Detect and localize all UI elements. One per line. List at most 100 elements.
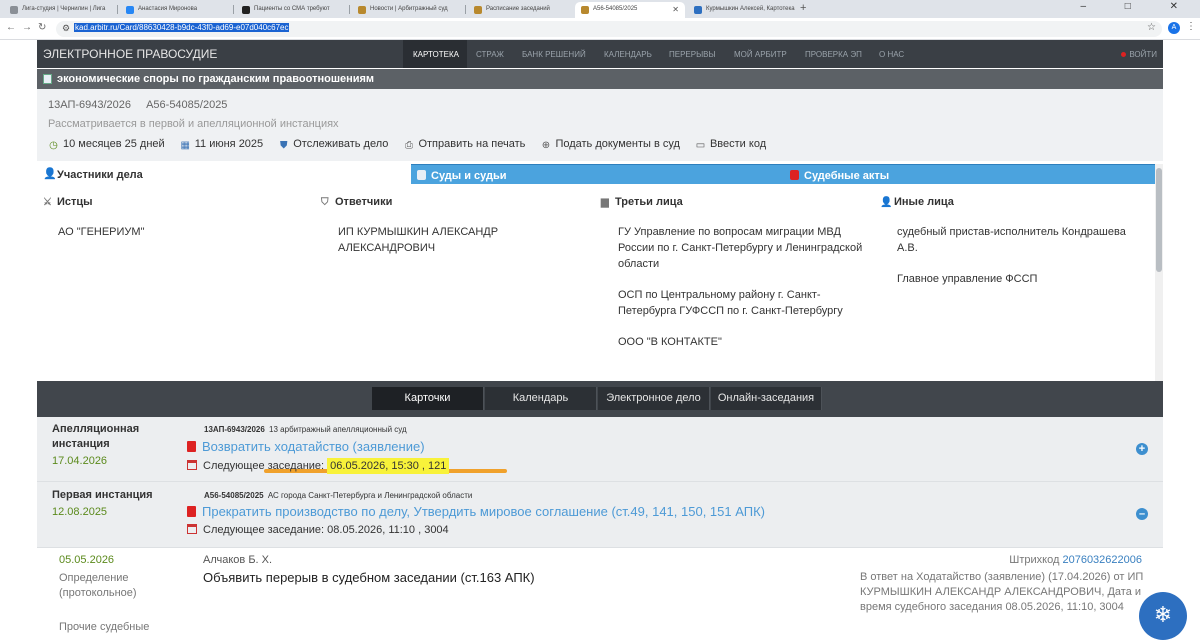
other-acts-heading: Прочие судебные [59,621,150,633]
site-brand[interactable]: ЭЛЕКТРОННОЕ ПРАВОСУДИЕ [43,47,217,61]
instance-date: 17.04.2026 [52,455,108,467]
tab-favicon-icon [581,6,589,14]
scrollbar-thumb[interactable] [1156,168,1162,272]
instance-case-number: А56-54085/2025 [204,491,264,500]
instance-document[interactable]: Возвратить ходатайство (заявление) [187,439,425,454]
next-hearing-value: 06.05.2026, 15:30 , 121 [327,458,450,474]
tab-label: Пациенты со СМА требуют [254,6,330,12]
participant-link[interactable]: ООО "В КОНТАКТЕ" [618,334,868,350]
tab-separator [465,5,466,14]
browser-tab[interactable]: Пациенты со СМА требуют [236,2,346,18]
tab-favicon-icon [10,6,18,14]
tab-participants[interactable]: 👤 Участники дела [37,164,411,185]
nav-item-kartoteka[interactable]: КАРТОТЕКА [403,40,467,68]
track-label: Отслеживать дело [293,138,389,150]
tab-favicon-icon [242,6,250,14]
new-tab-button[interactable]: + [800,2,806,14]
next-hearing-value: 08.05.2026, 11:10 , 3004 [327,524,449,536]
nav-item-proverka-ep[interactable]: ПРОВЕРКА ЭП [805,50,862,59]
bookmark-star-icon[interactable]: ☆ [1147,22,1156,33]
participant-link[interactable]: Главное управление ФССП [897,271,1147,287]
pdf-icon [187,441,196,452]
expand-icon[interactable]: + [1136,443,1148,455]
browser-tab[interactable]: Лига-студия | Чернилин | Лига [4,2,114,18]
instance-case-number: 13АП-6943/2026 [204,425,265,434]
code-label: Ввести код [709,138,767,150]
other-persons-list: судебный пристав-исполнитель Кондрашева … [897,224,1147,302]
document-link[interactable]: Возвратить ходатайство (заявление) [202,439,425,454]
heading-text: Ответчики [335,196,393,208]
enter-code-button[interactable]: ▭ Ввести код [695,138,766,151]
instance-reference: 13АП-6943/2026 13 арбитражный апелляцион… [204,425,407,434]
appeal-instance-row[interactable]: Апелляционная инстанция 17.04.2026 13АП-… [37,417,1163,482]
document-title[interactable]: Объявить перерыв в судебном заседании (с… [203,570,535,585]
back-arrow-icon[interactable]: ← [6,22,16,33]
barcode-link[interactable]: 2076032622006 [1062,554,1142,566]
browser-tab[interactable]: Анастасия Миронова [120,2,230,18]
nav-item-pereryvy[interactable]: ПЕРЕРЫВЫ [669,50,716,59]
tab-close-icon[interactable]: ✕ [672,5,679,14]
site-info-icon[interactable]: ⚙ [62,23,70,34]
participant-link[interactable]: ГУ Управление по вопросам миграции МВД Р… [618,224,868,272]
dispute-type-strip: экономические споры по гражданским право… [37,69,1163,89]
url-input[interactable]: ⚙ kad.arbitr.ru/Card/88630428-b9dc-43f0-… [56,21,1162,37]
shield-icon: ⛉ [321,197,329,208]
track-case-button[interactable]: ⛊ Отслеживать дело [278,138,388,151]
reload-icon[interactable]: ↻ [38,22,46,33]
pdf-icon [187,506,196,517]
swords-icon: ⚔ [43,197,52,208]
instance-court[interactable]: 13 арбитражный апелляционный суд [269,425,407,434]
nav-item-o-nas[interactable]: О НАС [879,50,904,59]
address-bar-row: ← → ↻ ⚙ kad.arbitr.ru/Card/88630428-b9dc… [0,18,1200,40]
nav-item-moy-arbitr[interactable]: МОЙ АРБИТР [734,50,787,59]
participants-panel: ⚔ Истцы АО "ГЕНЕРИУМ" ⛉ Ответчики ИП КУРМЫ… [37,184,1155,380]
document-entry: 05.05.2026 Определение (протокольное) Ал… [37,548,1163,634]
participant-link[interactable]: ОСП по Центральному району г. Санкт-Пете… [618,287,868,319]
print-button[interactable]: ⎙ Отправить на печать [403,138,525,151]
document-link[interactable]: Прекратить производство по делу, Утверди… [202,504,765,519]
participant-link[interactable]: АО "ГЕНЕРИУМ" [58,224,308,240]
plaintiffs-list: АО "ГЕНЕРИУМ" [58,224,308,255]
forward-arrow-icon[interactable]: → [22,22,32,33]
case-header: 13АП-6943/2026 А56-54085/2025 Рассматрив… [37,89,1163,161]
instance-document[interactable]: Прекратить производство по делу, Утверди… [187,504,765,519]
browser-tab[interactable]: Расписание заседаний [468,2,572,18]
submit-documents-button[interactable]: ⊕ Подать документы в суд [540,138,680,151]
first-instance-row[interactable]: Первая инстанция 12.08.2025 А56-54085/20… [37,482,1163,548]
third-parties-list: ГУ Управление по вопросам миграции МВД Р… [618,224,868,365]
tab-calendar[interactable]: Календарь [485,387,597,410]
view-tabs-bar: Карточки Календарь Электронное дело Онла… [37,381,1163,417]
url-text[interactable]: kad.arbitr.ru/Card/88630428-b9dc-43f0-ad… [74,23,290,32]
tab-label: Новости | Арбитражный суд [370,6,448,12]
dispute-type: экономические споры по гражданским право… [57,73,375,85]
printer-icon: ⎙ [404,140,413,151]
browser-tab-active[interactable]: А56-54085/2025 ✕ [575,2,685,18]
tab-cards[interactable]: Карточки [372,387,484,410]
instance-court[interactable]: АС города Санкт-Петербурга и Ленинградск… [268,491,472,500]
tab-online-hearings[interactable]: Онлайн-заседания [711,387,822,410]
browser-tab[interactable]: Курмышкин Алексей, Картотека [688,2,798,18]
participant-link[interactable]: ИП КУРМЫШКИН АЛЕКСАНДР АЛЕКСАНДРОВИЧ [338,224,523,256]
nav-item-bank-resheniy[interactable]: БАНК РЕШЕНИЙ [522,50,586,59]
tab-label: А56-54085/2025 [593,6,638,12]
login-link[interactable]: ВОЙТИ [1121,50,1157,59]
login-indicator-icon [1121,52,1127,57]
tab-electronic-case[interactable]: Электронное дело [598,387,710,410]
nav-item-strazh[interactable]: СТРАЖ [476,50,504,59]
browser-menu-icon[interactable]: ⋮ [1186,21,1196,32]
window-controls[interactable]: – □ ✕ [1080,1,1196,12]
snowflake-emblem-icon[interactable]: ❄ [1139,592,1187,640]
case-status: Рассматривается в первой и апелляционной… [48,118,339,130]
profile-avatar[interactable]: A [1168,22,1180,34]
tab-courts-judges[interactable]: Суды и судьи [411,164,784,185]
shield-icon: ⛊ [279,140,288,151]
case-duration: ◷ 10 месяцев 25 дней [48,138,165,151]
collapse-icon[interactable]: – [1136,508,1148,520]
browser-tab[interactable]: Новости | Арбитражный суд [352,2,462,18]
tab-court-acts[interactable]: Судебные акты [784,164,1163,185]
participant-link[interactable]: судебный пристав-исполнитель Кондрашева … [897,224,1147,256]
nav-item-calendar[interactable]: КАЛЕНДАРЬ [604,50,652,59]
case-numbers: 13АП-6943/2026 А56-54085/2025 [48,99,239,111]
case-date: ▦ 11 июня 2025 [180,138,264,151]
calendar-icon [187,460,197,470]
